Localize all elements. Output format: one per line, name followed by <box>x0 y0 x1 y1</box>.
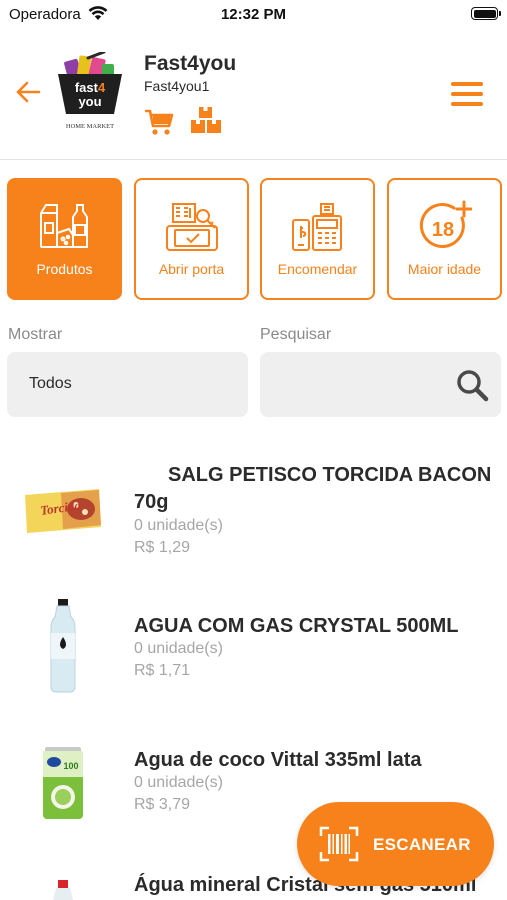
products-icon <box>39 204 88 248</box>
scan-button[interactable]: ESCANEAR <box>297 802 494 886</box>
product-price: R$ 3,79 <box>134 796 191 813</box>
svg-text:you: you <box>78 94 101 109</box>
show-filter-value: Todos <box>29 375 72 392</box>
battery-icon <box>471 7 501 20</box>
search-label: Pesquisar <box>260 326 332 343</box>
water-bottle-image <box>18 598 108 694</box>
product-item[interactable]: AGUA COM GAS CRYSTAL 500ML 0 unidade(s) … <box>0 598 507 718</box>
show-filter-label: Mostrar <box>8 326 63 343</box>
search-input[interactable] <box>274 368 444 400</box>
boxes-icon[interactable] <box>190 106 222 134</box>
tile-maior-idade[interactable]: 18 Maior idade <box>387 178 502 300</box>
store-header: fast4 you HOME MARKET Fast4you Fast4you1 <box>0 30 507 160</box>
product-quantity: 0 unidade(s) <box>134 774 223 791</box>
product-price: R$ 1,71 <box>134 662 191 679</box>
snack-bag-image: Torcida <box>18 466 108 556</box>
scan-button-label: ESCANEAR <box>373 835 471 854</box>
tile-abrir-porta-label: Abrir porta <box>158 261 225 277</box>
svg-text:100: 100 <box>63 761 78 771</box>
product-name: AGUA COM GAS CRYSTAL 500ML <box>134 615 459 637</box>
product-name: SALG PETISCO TORCIDA BACON 70g <box>134 464 492 513</box>
tile-encomendar-label: Encomendar <box>277 261 358 277</box>
coconut-water-can-image: 100 <box>18 739 108 829</box>
open-door-icon <box>165 203 218 251</box>
product-price: R$ 1,29 <box>134 539 191 556</box>
product-item[interactable]: Torcida SALG PETISCO TORCIDA BACON 70g 0… <box>0 456 507 576</box>
barcode-scan-icon <box>319 826 359 862</box>
product-quantity: 0 unidade(s) <box>134 517 223 534</box>
show-filter-select[interactable]: Todos <box>7 352 248 417</box>
tile-maior-idade-label: Maior idade <box>407 261 482 277</box>
status-bar: Operadora 12:32 PM <box>0 0 507 30</box>
age-18-icon: 18 <box>419 200 472 248</box>
store-name: Fast4you <box>144 52 237 75</box>
store-subtitle: Fast4you1 <box>144 78 210 94</box>
hamburger-menu-icon[interactable] <box>451 82 483 106</box>
svg-text:HOME MARKET: HOME MARKET <box>66 123 114 130</box>
product-name: Agua de coco Vittal 335ml lata <box>134 749 422 771</box>
order-icon <box>291 203 342 251</box>
store-logo: fast4 you HOME MARKET <box>58 52 122 130</box>
search-field <box>260 352 501 417</box>
product-quantity: 0 unidade(s) <box>134 640 223 657</box>
arrow-left-icon[interactable] <box>14 78 42 106</box>
status-time: 12:32 PM <box>220 6 287 23</box>
tile-abrir-porta[interactable]: Abrir porta <box>134 178 249 300</box>
mineral-water-bottle-image <box>18 870 108 900</box>
tile-produtos[interactable]: Produtos <box>7 178 122 300</box>
cart-icon[interactable] <box>144 108 174 136</box>
tile-encomendar[interactable]: Encomendar <box>260 178 375 300</box>
category-tiles: Produtos Abrir porta Encomendar 18 Maior… <box>7 178 502 300</box>
tile-produtos-label: Produtos <box>36 261 93 277</box>
search-icon[interactable] <box>455 368 489 402</box>
svg-text:fast4: fast4 <box>75 80 106 95</box>
svg-text:18: 18 <box>431 219 453 241</box>
